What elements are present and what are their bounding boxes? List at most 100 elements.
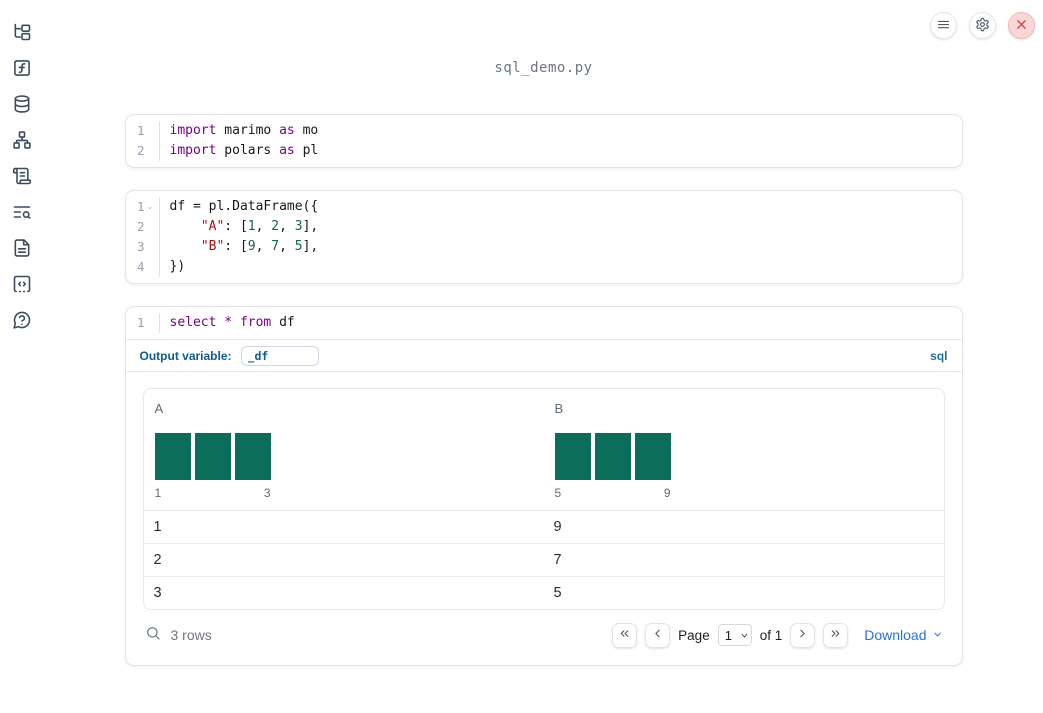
page-label: Page xyxy=(678,627,710,643)
table-cell: 7 xyxy=(553,552,562,568)
column-name[interactable]: B xyxy=(555,401,944,416)
line-number: 2 xyxy=(136,219,145,234)
gear-icon xyxy=(975,17,990,35)
code-editor[interactable]: 1 ⌄ df = pl.DataFrame({ 2 "A": [1, 2, 3],… xyxy=(126,191,962,283)
code-line: 1 ⌄ df = pl.DataFrame({ xyxy=(126,197,962,217)
table-header: A 1 3 B 5 9 xyxy=(144,389,944,510)
output-variable-label: Output variable: xyxy=(139,348,232,363)
histogram-bar xyxy=(234,433,271,480)
download-button[interactable]: Download xyxy=(864,627,942,643)
dataframe-table: A 1 3 B 5 9 1 9 2 7 3 5 xyxy=(142,388,945,610)
sidebar-item-snippets[interactable] xyxy=(9,200,35,226)
network-icon xyxy=(12,130,32,153)
tick-label: 3 xyxy=(263,486,271,500)
column-header-a: A 1 3 xyxy=(144,401,544,500)
text-search-icon xyxy=(12,202,32,225)
output-variable-input[interactable] xyxy=(240,345,319,366)
column-name[interactable]: A xyxy=(155,401,544,416)
histogram-bar xyxy=(554,433,591,480)
code-line: 1 import marimo as mo xyxy=(126,121,962,141)
code-editor[interactable]: 1 import marimo as mo 2 import polars as… xyxy=(126,115,962,167)
tick-label: 1 xyxy=(154,486,162,500)
menu-button[interactable] xyxy=(930,12,957,39)
cell-output: A 1 3 B 5 9 1 9 2 7 3 5 3 rows Page 1 of… xyxy=(126,372,962,665)
row-count: 3 rows xyxy=(170,627,212,643)
sidebar-item-variables[interactable] xyxy=(9,56,35,82)
database-icon xyxy=(12,94,32,117)
table-row[interactable]: 1 9 xyxy=(143,510,944,543)
line-number: 1 xyxy=(136,315,145,330)
column-header-b: B 5 9 xyxy=(544,401,944,500)
sidebar-item-logs[interactable] xyxy=(9,164,35,190)
sql-cell-toolbar: Output variable: sql xyxy=(126,340,962,371)
search-icon[interactable] xyxy=(145,625,161,646)
code-text: select * from df xyxy=(169,315,295,330)
code-square-icon xyxy=(12,274,32,297)
sidebar-item-scratchpad[interactable] xyxy=(9,272,35,298)
code-text: df = pl.DataFrame({ xyxy=(169,199,319,214)
line-number: 1 xyxy=(136,123,145,138)
code-line: 3 "B": [9, 7, 5], xyxy=(126,237,962,257)
sidebar xyxy=(0,0,44,713)
download-label: Download xyxy=(864,627,927,643)
close-icon xyxy=(1014,17,1029,35)
code-line: 2 import polars as pl xyxy=(126,141,962,161)
tick-label: 9 xyxy=(663,486,671,500)
table-row[interactable]: 2 7 xyxy=(143,543,944,576)
table-cell: 3 xyxy=(153,585,162,601)
last-page-button[interactable] xyxy=(823,622,849,648)
notebook: 1 import marimo as mo 2 import polars as… xyxy=(124,114,963,666)
page-select[interactable]: 1 xyxy=(717,624,752,646)
code-text: }) xyxy=(169,259,186,274)
main-content: sql_demo.py 1 import marimo as mo 2 impo… xyxy=(44,0,1043,666)
histogram-bar xyxy=(154,433,191,480)
scroll-text-icon xyxy=(12,166,32,189)
previous-page-button[interactable] xyxy=(645,622,671,648)
code-text: "B": [9, 7, 5], xyxy=(200,239,319,254)
histogram-bar xyxy=(194,433,231,480)
language-badge: sql xyxy=(930,348,948,363)
page-total: of 1 xyxy=(759,627,783,643)
settings-button[interactable] xyxy=(969,12,996,39)
sidebar-item-help[interactable] xyxy=(9,308,35,334)
line-number: 3 xyxy=(136,239,145,254)
table-cell: 5 xyxy=(553,585,562,601)
code-cell-dataframe: 1 ⌄ df = pl.DataFrame({ 2 "A": [1, 2, 3],… xyxy=(124,190,963,284)
table-cell: 9 xyxy=(553,519,562,535)
line-number: 2 xyxy=(136,143,145,158)
line-number: 4 xyxy=(136,259,145,274)
notebook-filename[interactable]: sql_demo.py xyxy=(44,60,1043,76)
chevron-down-icon xyxy=(932,627,943,643)
next-page-button[interactable] xyxy=(790,622,816,648)
code-line: 2 "A": [1, 2, 3], xyxy=(126,217,962,237)
sidebar-item-datasources[interactable] xyxy=(9,92,35,118)
file-text-icon xyxy=(12,238,32,261)
sql-cell: 1 select * from df Output variable: sql … xyxy=(124,306,963,666)
file-tree-icon xyxy=(12,22,32,45)
shutdown-button[interactable] xyxy=(1008,12,1035,39)
code-text: import polars as pl xyxy=(169,143,319,158)
code-cell-imports: 1 import marimo as mo 2 import polars as… xyxy=(124,114,963,168)
sidebar-item-documentation[interactable] xyxy=(9,236,35,262)
tick-label: 5 xyxy=(554,486,562,500)
table-cell: 2 xyxy=(153,552,162,568)
table-cell: 1 xyxy=(153,519,162,535)
sidebar-item-dependency-graph[interactable] xyxy=(9,128,35,154)
chevron-left-icon xyxy=(651,627,664,643)
histogram-bar xyxy=(634,433,671,480)
hamburger-icon xyxy=(936,17,951,35)
topbar xyxy=(930,12,1035,39)
sidebar-item-file-explorer[interactable] xyxy=(9,20,35,46)
help-chat-icon xyxy=(12,310,32,333)
function-square-icon xyxy=(12,58,32,81)
histogram-b: 5 9 xyxy=(554,433,671,500)
code-text: "A": [1, 2, 3], xyxy=(200,219,319,234)
code-line: 4 }) xyxy=(126,257,962,277)
chevrons-left-icon xyxy=(618,627,631,643)
fold-chevron-icon[interactable]: ⌄ xyxy=(145,197,156,217)
sql-editor[interactable]: 1 select * from df xyxy=(126,307,962,339)
first-page-button[interactable] xyxy=(612,622,638,648)
histogram-bar xyxy=(594,433,631,480)
line-number: 1 xyxy=(136,199,145,214)
table-row[interactable]: 3 5 xyxy=(143,576,944,609)
